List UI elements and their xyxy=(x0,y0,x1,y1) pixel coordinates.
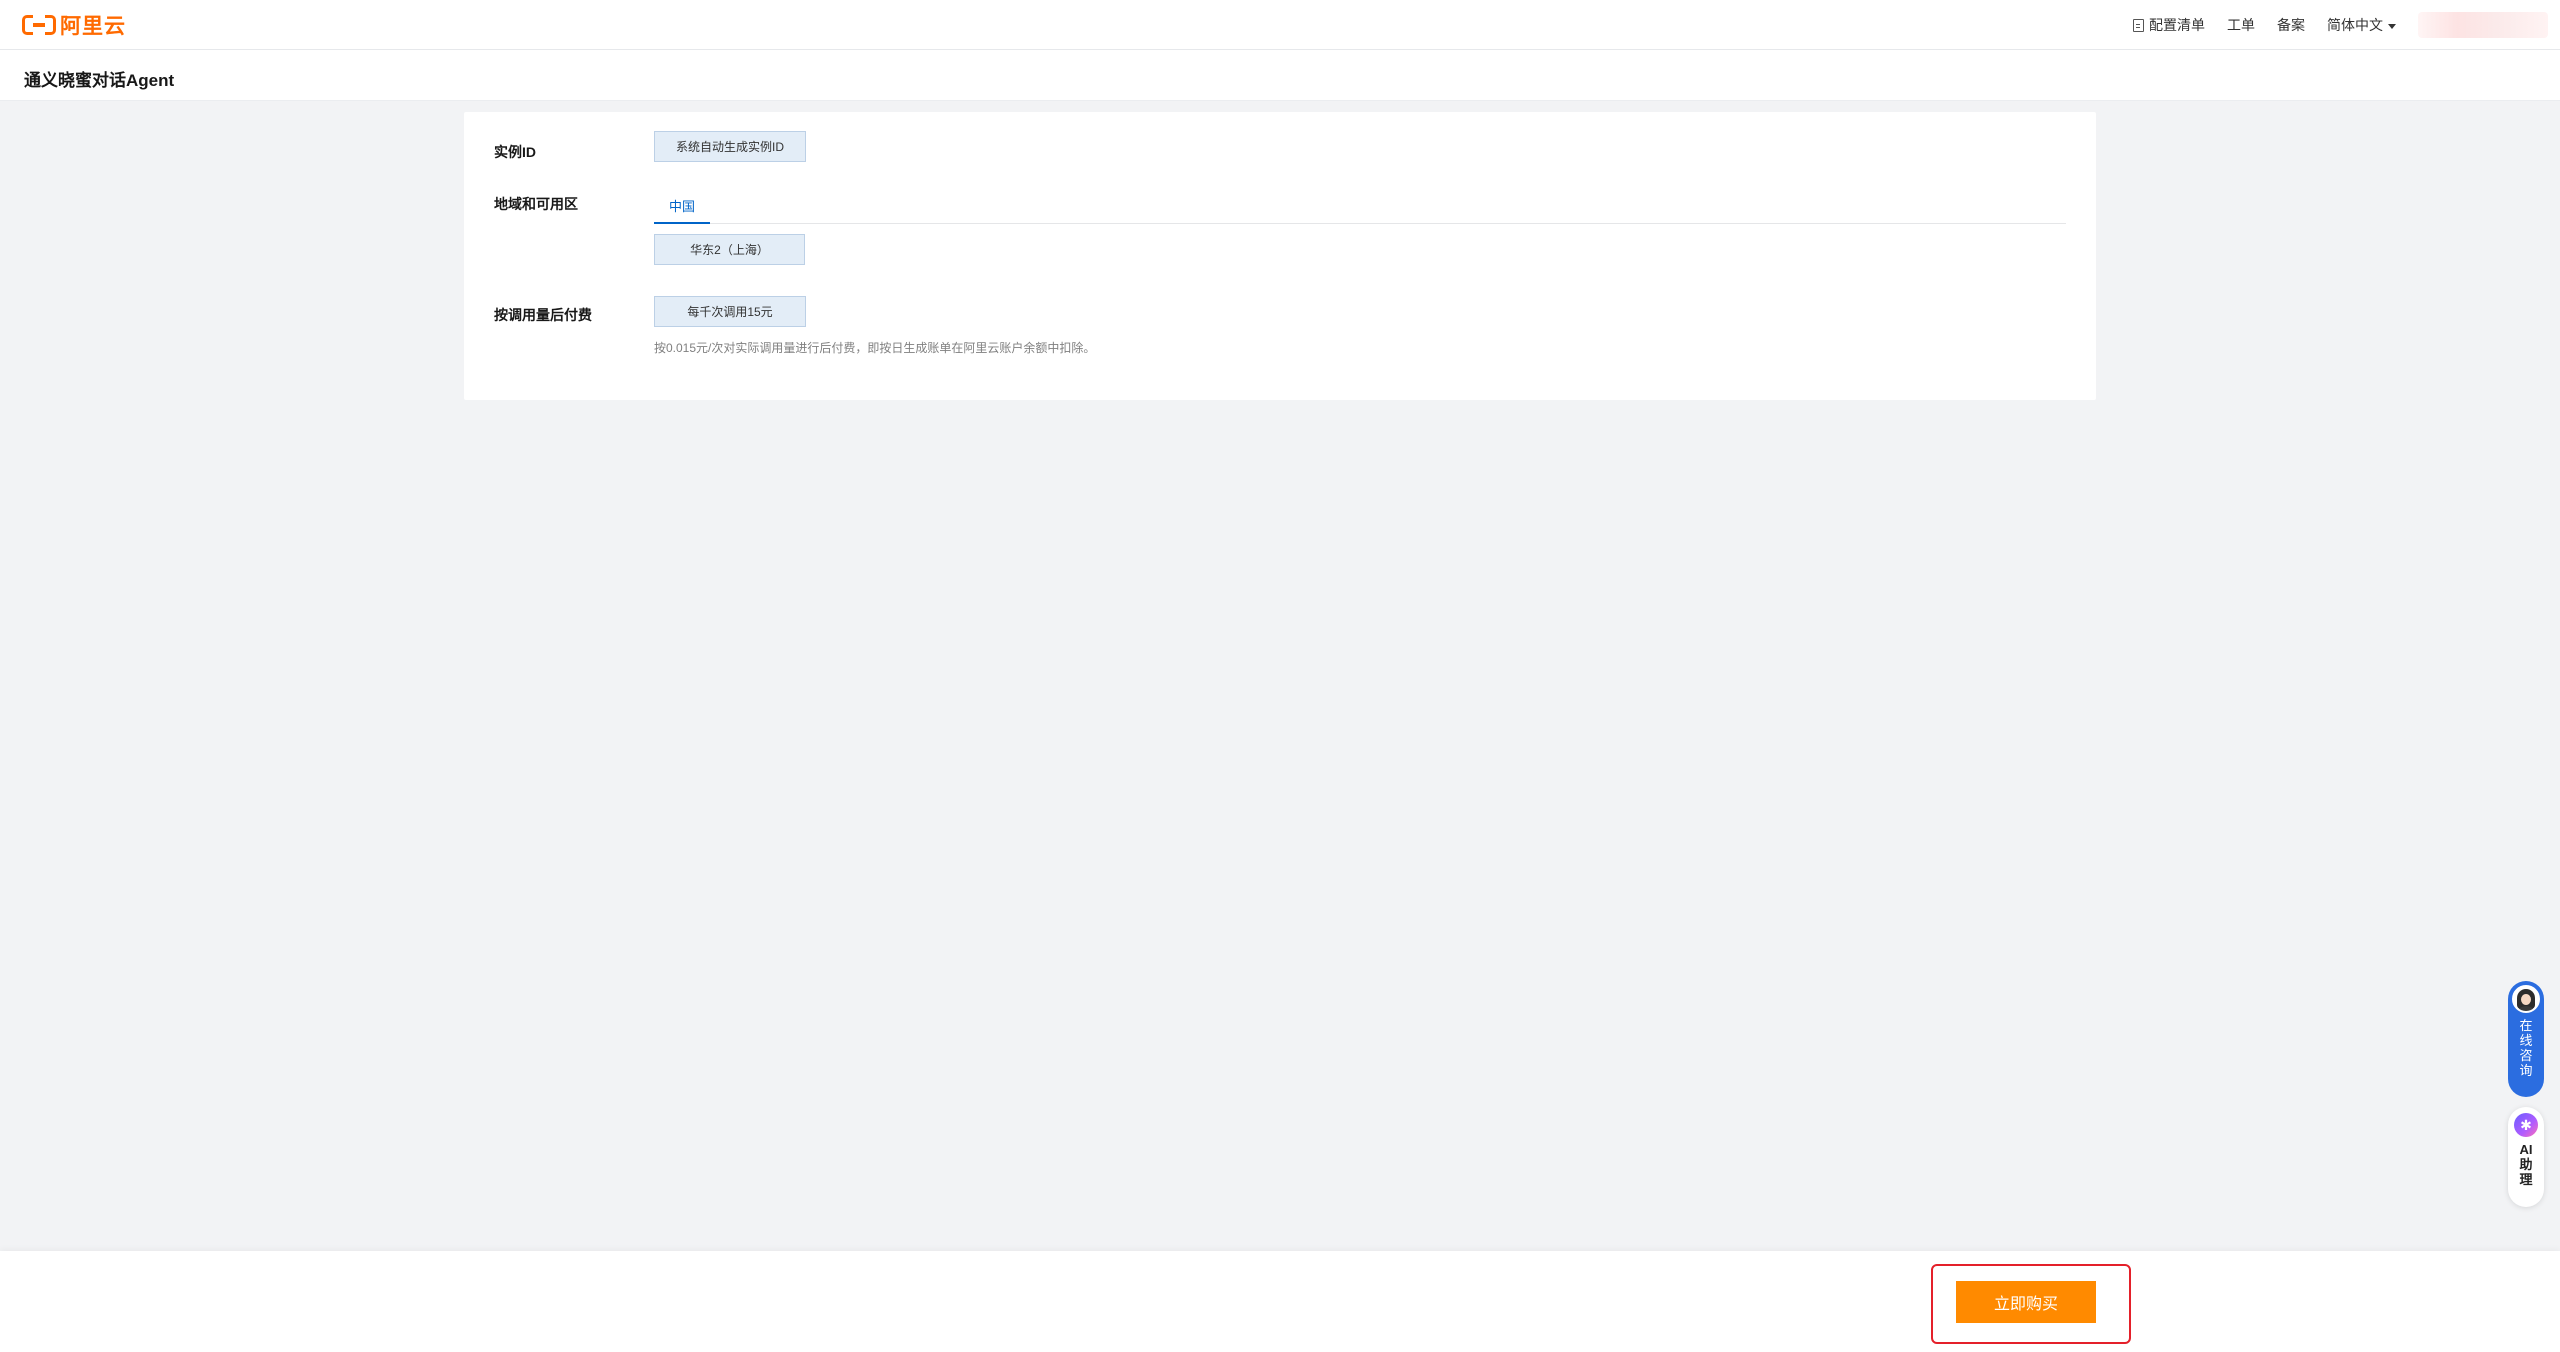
ai-sparkle-icon: ✱ xyxy=(2514,1113,2538,1137)
instance-id-option[interactable]: 系统自动生成实例ID xyxy=(654,131,806,162)
buy-now-button[interactable]: 立即购买 xyxy=(1956,1281,2096,1323)
nav-links: 配置清单 工单 备案 简体中文 xyxy=(2133,0,2560,50)
config-list-link[interactable]: 配置清单 xyxy=(2133,15,2205,35)
online-consult-widget[interactable]: 在线咨询 xyxy=(2508,981,2544,1097)
beian-link[interactable]: 备案 xyxy=(2277,15,2305,35)
language-switcher[interactable]: 简体中文 xyxy=(2327,15,2396,35)
logo-text: 阿里云 xyxy=(60,15,126,38)
ticket-link[interactable]: 工单 xyxy=(2227,15,2255,35)
region-label: 地域和可用区 xyxy=(494,196,578,212)
ai-assistant-label: AI助理 xyxy=(2519,1142,2533,1187)
caret-down-icon xyxy=(2388,23,2396,29)
online-consult-label: 在线咨询 xyxy=(2519,1018,2533,1078)
ai-assistant-widget[interactable]: ✱ AI助理 xyxy=(2508,1107,2544,1207)
top-navigation: 阿里云 配置清单 工单 备案 简体中文 xyxy=(0,0,2560,50)
zone-option-shanghai[interactable]: 华东2（上海） xyxy=(654,234,805,265)
instance-id-label: 实例ID xyxy=(494,144,536,160)
billing-option[interactable]: 每千次调用15元 xyxy=(654,296,806,327)
billing-label: 按调用量后付费 xyxy=(494,307,592,323)
page-title: 通义晓蜜对话Agent xyxy=(24,71,175,90)
language-label: 简体中文 xyxy=(2327,17,2383,33)
user-account-blurred[interactable] xyxy=(2418,12,2548,38)
document-icon xyxy=(2133,18,2144,32)
region-tabs: 中国 xyxy=(654,188,2066,224)
aliyun-logo-icon xyxy=(22,14,56,36)
tab-china[interactable]: 中国 xyxy=(654,188,710,224)
config-card: 实例ID 系统自动生成实例ID 地域和可用区 中国 华东2（上海） 按调用量后付… xyxy=(464,112,2096,400)
agent-avatar-icon xyxy=(2512,985,2540,1013)
billing-hint: 按0.015元/次对实际调用量进行后付费，即按日生成账单在阿里云账户余额中扣除。 xyxy=(654,341,1096,355)
title-bar: 通义晓蜜对话Agent xyxy=(0,50,2560,101)
aliyun-logo[interactable]: 阿里云 xyxy=(22,11,126,39)
bottom-bar xyxy=(0,1251,2560,1352)
config-list-label: 配置清单 xyxy=(2149,17,2205,33)
